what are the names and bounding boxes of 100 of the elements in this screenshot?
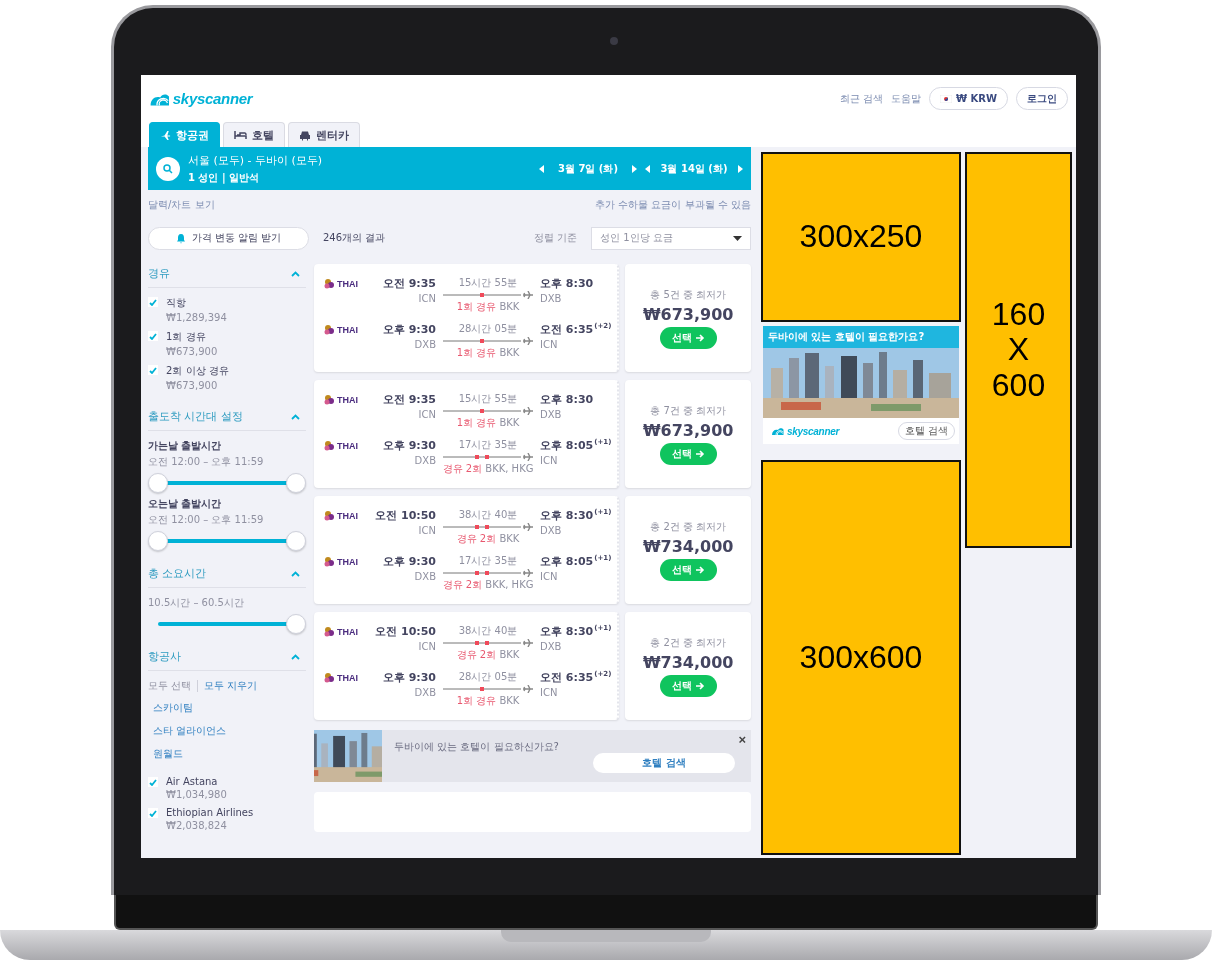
chevron-up-icon[interactable]	[291, 413, 300, 420]
range-text: 10.5시간 – 60.5시간	[148, 596, 245, 610]
flight-card[interactable]: THAI 오전 10:50 ICN 38시간 40분 경유 2회 BKK 오후 8:30$^{(+1)}$ DXB THAI 오후 9:30 DXB 17시간 35분 경유 2회 BKK, HKG 오후 8:05$^{(+1)}$ ICN	[314, 496, 620, 604]
date-text[interactable]: 3월 7일 (화)	[550, 161, 626, 176]
price-text: ₩734,000	[642, 652, 734, 672]
flight-card[interactable]: THAI 오전 9:35 ICN 15시간 55분 1회 경유 BKK 오후 8:30 DXB THAI 오후 9:30 DXB 17시간 35분 경유 2회 BKK, HKG 오후 8:05$^{(+1)}$ ICN	[314, 380, 620, 488]
departure-time: 오후 9:30	[382, 554, 436, 569]
flight-duration: 15시간 55분	[458, 392, 518, 406]
result-count: 246개의 결과	[323, 231, 387, 245]
slider[interactable]	[148, 531, 306, 551]
slider-handle[interactable]	[148, 531, 168, 551]
airport-code: DXB	[540, 293, 562, 304]
route-line-icon	[443, 523, 533, 531]
header-link[interactable]: 도움말	[891, 91, 921, 106]
filter-action-link[interactable]: 모두 지우기	[204, 679, 258, 693]
route-line-icon	[443, 453, 533, 461]
filter-title[interactable]: 총 소요시간	[148, 566, 207, 581]
chevron-up-icon[interactable]	[291, 653, 300, 660]
logo-text[interactable]: skyscanner	[172, 90, 253, 107]
flight-card[interactable]: THAI 오전 10:50 ICN 38시간 40분 경유 2회 BKK 오후 8:30$^{(+1)}$ DXB THAI 오후 9:30 DXB 28시간 05분 1회 경유 BKK 오전 6:35$^{(+2)}$ ICN	[314, 612, 620, 720]
logo-text: skyscanner	[787, 425, 840, 437]
next-date-button[interactable]	[738, 164, 743, 173]
checkbox[interactable]	[148, 808, 158, 818]
orchid-logo-icon	[324, 672, 336, 683]
filter-action-link[interactable]: 모두 선택	[148, 679, 192, 693]
checkbox[interactable]	[148, 331, 158, 341]
flight-duration: 38시간 40분	[458, 624, 518, 638]
arrival-time: 오전 6:35$^{(+2)}$	[540, 670, 612, 685]
checkbox[interactable]	[148, 297, 158, 307]
alliance-link[interactable]: 원월드	[153, 747, 306, 761]
stops-text: 경유 2회 BKK	[456, 648, 520, 662]
route-line-icon	[443, 685, 533, 693]
departure-time: 오전 10:50	[375, 624, 436, 639]
next-date-button[interactable]	[632, 164, 637, 173]
arrow-right-icon	[695, 681, 705, 690]
filter-title[interactable]: 경유	[148, 266, 170, 281]
date-text[interactable]: 3월 14일 (화)	[656, 161, 732, 176]
select-button[interactable]: 선택	[659, 674, 717, 697]
route-line-icon	[443, 337, 533, 345]
filter-title[interactable]: 항공사	[148, 649, 181, 664]
arrow-right-icon	[695, 565, 705, 574]
alliance-link[interactable]: 스카이팀	[153, 701, 306, 715]
previous-date-button[interactable]	[645, 164, 650, 173]
flight-duration: 17시간 35분	[458, 438, 518, 452]
flight-duration: 15시간 55분	[458, 276, 518, 290]
ad-size-label: 300x600	[799, 639, 923, 676]
hotel-search-button[interactable]: 호텔 검색	[897, 422, 955, 440]
hotel-search-button[interactable]: 호텔 검색	[593, 753, 735, 773]
hotel-ad[interactable]: 두바이에 있는 호텔이 필요한가요? skyscanner 호텔 검색	[763, 326, 959, 444]
calendar-link[interactable]: 달력/차트 보기	[148, 198, 215, 212]
slider-handle[interactable]	[286, 531, 306, 551]
slider-handle[interactable]	[286, 614, 306, 634]
flag-icon	[940, 94, 952, 103]
stops-text: 경유 2회 BKK	[456, 532, 520, 546]
flight-duration: 28시간 05분	[458, 322, 518, 336]
slider-label: 가는날 출발시간	[148, 439, 223, 453]
select-button[interactable]: 선택	[659, 558, 717, 581]
airline-name: THAI	[337, 440, 358, 451]
airport-code: ICN	[418, 641, 436, 652]
chevron-up-icon[interactable]	[291, 570, 300, 577]
bell-icon	[175, 232, 186, 244]
price-alert-button[interactable]: 가격 변동 알림 받기	[148, 226, 309, 250]
close-button[interactable]: ×	[738, 732, 746, 747]
deals-text: 총 2건 중 최저가	[650, 519, 727, 534]
search-bar[interactable]: 서울 (모두) - 두바이 (모두) 1 성인 | 일반석 3월 7일 (화) 3월 14일 (화)	[148, 147, 751, 190]
route-line-icon	[443, 291, 533, 299]
airport-code: ICN	[418, 409, 436, 420]
tab[interactable]: 호텔	[223, 122, 285, 147]
deals-text: 총 2건 중 최저가	[650, 635, 727, 650]
tab[interactable]: 렌터카	[288, 122, 360, 147]
currency-button[interactable]: ₩ KRW	[929, 87, 1008, 110]
select-button[interactable]: 선택	[659, 326, 717, 349]
header-link[interactable]: 최근 검색	[839, 91, 883, 106]
login-button[interactable]: 로그인	[1016, 87, 1068, 110]
departure-time: 오전 9:35	[382, 392, 436, 407]
select-button[interactable]: 선택	[659, 442, 717, 465]
departure-time: 오전 10:50	[375, 508, 436, 523]
filter-price: ₩1,289,394	[166, 312, 227, 323]
chevron-up-icon[interactable]	[291, 270, 300, 277]
slider-handle[interactable]	[148, 473, 168, 493]
hotel-ad-title: 두바이에 있는 호텔이 필요한가요?	[763, 326, 959, 348]
checkbox[interactable]	[148, 365, 158, 375]
banner-text: 두바이에 있는 호텔이 필요하신가요?	[394, 740, 560, 754]
airport-code: ICN	[540, 339, 558, 350]
alliance-link[interactable]: 스타 얼라이언스	[153, 724, 306, 738]
slider-handle[interactable]	[286, 473, 306, 493]
previous-date-button[interactable]	[539, 164, 544, 173]
tab[interactable]: 항공권	[149, 122, 220, 147]
flight-duration: 17시간 35분	[458, 554, 518, 568]
search-icon[interactable]	[156, 156, 180, 181]
filter-title[interactable]: 출도착 시간대 설정	[148, 409, 243, 424]
sort-select[interactable]: 성인 1인당 요금	[591, 226, 751, 250]
stops-text: 경유 2회 BKK, HKG	[442, 578, 534, 592]
airport-code: DXB	[540, 641, 562, 652]
airport-code: ICN	[418, 293, 436, 304]
flight-card[interactable]: THAI 오전 9:35 ICN 15시간 55분 1회 경유 BKK 오후 8:30 DXB THAI 오후 9:30 DXB 28시간 05분 1회 경유 BKK 오전 6:35$^{(+2)}$ ICN	[314, 264, 620, 372]
orchid-logo-icon	[324, 556, 336, 567]
slider[interactable]	[148, 473, 306, 493]
checkbox[interactable]	[148, 777, 158, 787]
baggage-note-link[interactable]: 추가 수하물 요금이 부과될 수 있음	[595, 198, 751, 212]
